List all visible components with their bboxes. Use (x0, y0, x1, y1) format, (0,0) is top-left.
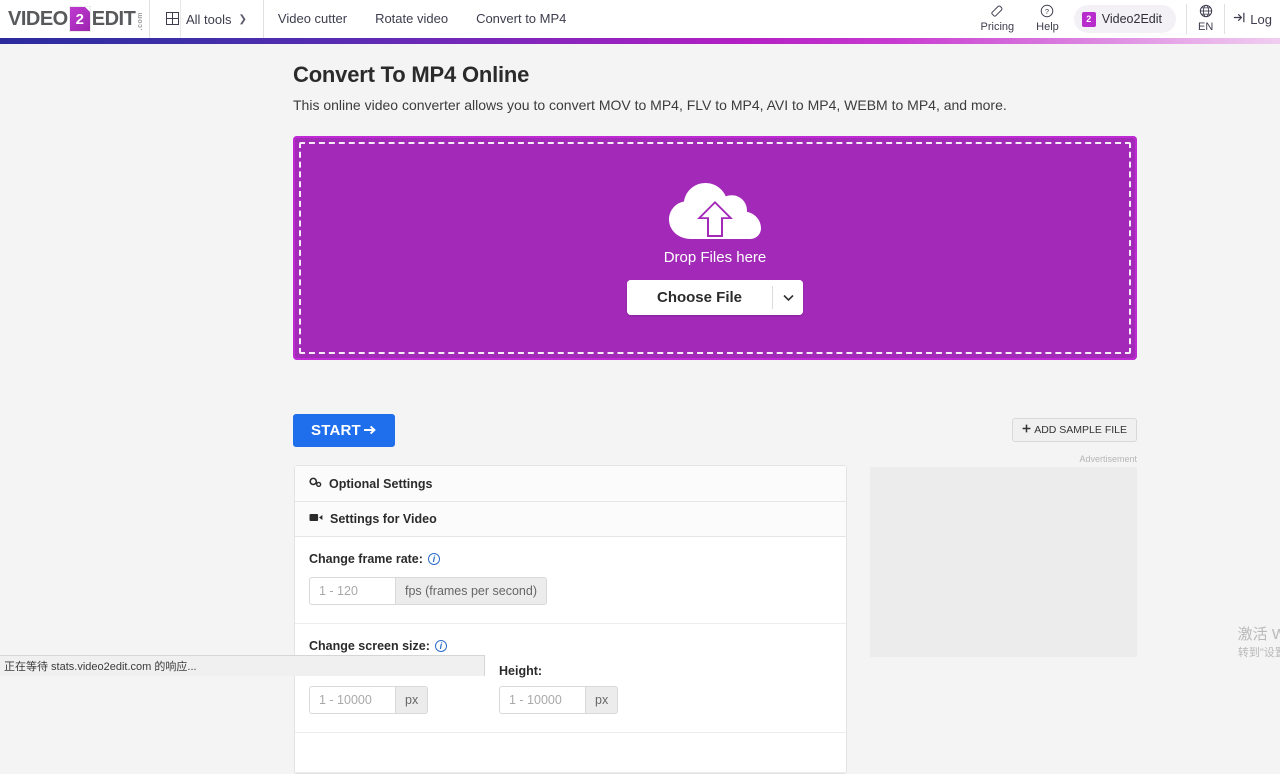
advertisement-label: Advertisement (870, 454, 1137, 464)
screen-size-label-row: Change screen size: i (309, 639, 832, 653)
tag-icon (990, 4, 1004, 20)
header-right-controls: Pricing ? Help 2 Video2Edit EN Log (970, 0, 1280, 38)
primary-nav-links: Video cutter Rotate video Convert to MP4 (264, 0, 580, 38)
start-button-label: START (311, 422, 361, 439)
frame-rate-label-row: Change frame rate: i (309, 552, 832, 566)
page-body: Convert To MP4 Online This online video … (0, 44, 1280, 676)
help-label: Help (1036, 21, 1059, 34)
nav-link-video-cutter[interactable]: Video cutter (264, 0, 361, 38)
frame-rate-unit: fps (frames per second) (395, 577, 547, 605)
info-icon[interactable]: i (435, 640, 447, 652)
language-label: EN (1198, 21, 1213, 34)
chevron-down-icon: ❯ (239, 14, 247, 25)
settings-extra-section (295, 733, 846, 773)
question-circle-icon: ? (1040, 4, 1054, 20)
height-unit: px (585, 686, 618, 714)
watermark-line-2: 转到"设置 (1238, 646, 1280, 662)
page-header-block: Convert To MP4 Online This online video … (293, 44, 1138, 113)
info-icon[interactable]: i (428, 553, 440, 565)
file-dropzone-inner: Drop Files here Choose File (299, 142, 1131, 354)
windows-activation-watermark: 激活 W 转到"设置 (1238, 624, 1280, 662)
account-button[interactable]: 2 Video2Edit (1074, 5, 1176, 33)
width-input-group: px (309, 686, 428, 714)
frame-rate-section: Change frame rate: i fps (frames per sec… (295, 537, 846, 624)
optional-settings-header[interactable]: Optional Settings (295, 466, 846, 502)
frame-rate-input-group: fps (frames per second) (309, 577, 547, 605)
add-sample-file-label: ADD SAMPLE FILE (1034, 424, 1127, 436)
browser-status-text: 正在等待 stats.video2edit.com 的响应... (4, 658, 197, 674)
width-unit: px (395, 686, 428, 714)
height-input-group: px (499, 686, 618, 714)
login-label: Log (1250, 12, 1272, 27)
all-tools-label: All tools (186, 12, 232, 27)
height-input[interactable] (499, 686, 585, 714)
top-navigation-bar: VIDEO 2 EDIT .com All tools ❯ Video cutt… (0, 0, 1280, 38)
pricing-label: Pricing (981, 21, 1015, 34)
svg-text:?: ? (1045, 7, 1049, 16)
screen-size-label: Change screen size: (309, 639, 430, 653)
choose-file-dropdown-icon[interactable] (773, 280, 803, 315)
help-button[interactable]: ? Help (1025, 0, 1070, 38)
height-field-col: Height: px (499, 664, 689, 714)
frame-rate-label: Change frame rate: (309, 552, 423, 566)
login-button[interactable]: Log (1225, 0, 1280, 38)
page-subtitle: This online video converter allows you t… (293, 97, 1138, 113)
cloud-upload-icon (667, 181, 763, 243)
pricing-button[interactable]: Pricing (970, 0, 1026, 38)
file-dropzone[interactable]: Drop Files here Choose File (293, 136, 1137, 360)
login-arrow-icon (1233, 11, 1247, 27)
choose-file-group: Choose File (627, 280, 803, 315)
optional-settings-title: Optional Settings (329, 477, 432, 491)
dropzone-label: Drop Files here (664, 249, 767, 266)
nav-link-rotate-video[interactable]: Rotate video (361, 0, 462, 38)
start-button[interactable]: START (293, 414, 395, 447)
optional-settings-panel: Optional Settings Settings for Video Cha… (294, 465, 847, 774)
arrow-right-icon (363, 422, 377, 439)
video-settings-header[interactable]: Settings for Video (295, 502, 846, 537)
action-row: START ADD SAMPLE FILE (293, 414, 1137, 446)
account-badge-icon: 2 (1082, 12, 1096, 27)
language-selector[interactable]: EN (1187, 0, 1224, 38)
nav-link-convert-to-mp4[interactable]: Convert to MP4 (462, 0, 580, 38)
globe-icon (1199, 4, 1213, 20)
screen-size-section: Change screen size: i Width: px Height: … (295, 624, 846, 733)
video-camera-icon (309, 512, 323, 526)
width-input[interactable] (309, 686, 395, 714)
advertisement-placeholder[interactable] (870, 467, 1137, 657)
plus-icon (1022, 424, 1031, 436)
video-settings-title: Settings for Video (330, 512, 437, 526)
page-title: Convert To MP4 Online (293, 62, 1138, 88)
add-sample-file-button[interactable]: ADD SAMPLE FILE (1012, 418, 1137, 442)
gears-icon (309, 476, 322, 491)
advertisement-block: Advertisement (870, 454, 1137, 657)
frame-rate-input[interactable] (309, 577, 395, 605)
choose-file-button[interactable]: Choose File (627, 280, 772, 315)
browser-status-bar: 正在等待 stats.video2edit.com 的响应... (0, 655, 485, 676)
account-label: Video2Edit (1102, 12, 1162, 26)
watermark-line-1: 激活 W (1238, 624, 1280, 646)
